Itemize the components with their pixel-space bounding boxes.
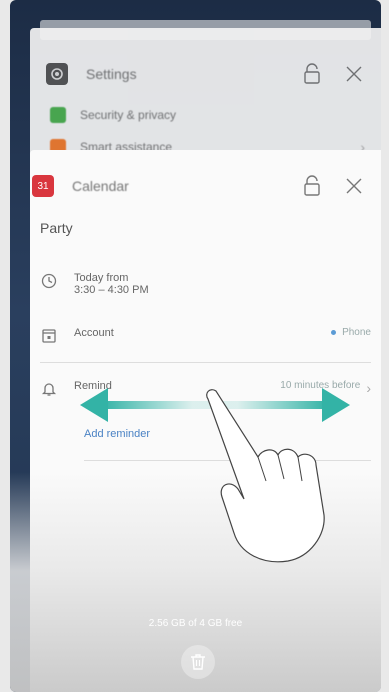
calendar-icon-day: 31	[37, 180, 49, 192]
bell-icon	[41, 383, 57, 396]
event-time-row: Today from 3:30 – 4:30 PM	[40, 272, 371, 296]
phone-screen: Settings Security & privacy Smart assist…	[10, 0, 381, 692]
account-value: Phone	[331, 327, 371, 338]
calendar-card-header: 31 Calendar	[30, 168, 381, 204]
clear-all-button[interactable]	[181, 645, 215, 679]
calendar-app-name: Calendar	[72, 178, 129, 194]
settings-app-name: Settings	[86, 66, 137, 82]
settings-card-header: Settings	[30, 56, 381, 92]
close-icon[interactable]	[345, 65, 363, 83]
settings-item-security: Security & privacy	[50, 104, 365, 126]
settings-card[interactable]: Settings Security & privacy Smart assist…	[30, 28, 381, 168]
settings-item-label: Security & privacy	[80, 108, 177, 122]
account-label: Account	[74, 327, 114, 339]
chevron-right-icon: ›	[366, 380, 371, 396]
clock-icon	[41, 273, 57, 289]
gear-icon	[46, 63, 68, 85]
event-title: Party	[40, 220, 73, 236]
lock-icon[interactable]	[303, 175, 321, 197]
close-icon[interactable]	[345, 177, 363, 195]
account-row[interactable]: Account Phone	[40, 327, 371, 345]
add-reminder-link[interactable]: Add reminder	[84, 428, 150, 440]
event-time-line2: 3:30 – 4:30 PM	[74, 284, 149, 296]
calendar-app-icon: 31	[32, 175, 54, 197]
swipe-hand-icon	[206, 389, 325, 563]
calendar-account-icon	[42, 329, 56, 343]
storage-status: 2.56 GB of 4 GB free	[148, 618, 243, 629]
lock-icon[interactable]	[303, 63, 321, 85]
divider	[40, 362, 371, 363]
event-time-line1: Today from	[74, 272, 129, 284]
security-icon	[50, 107, 66, 123]
trash-icon	[191, 654, 205, 670]
